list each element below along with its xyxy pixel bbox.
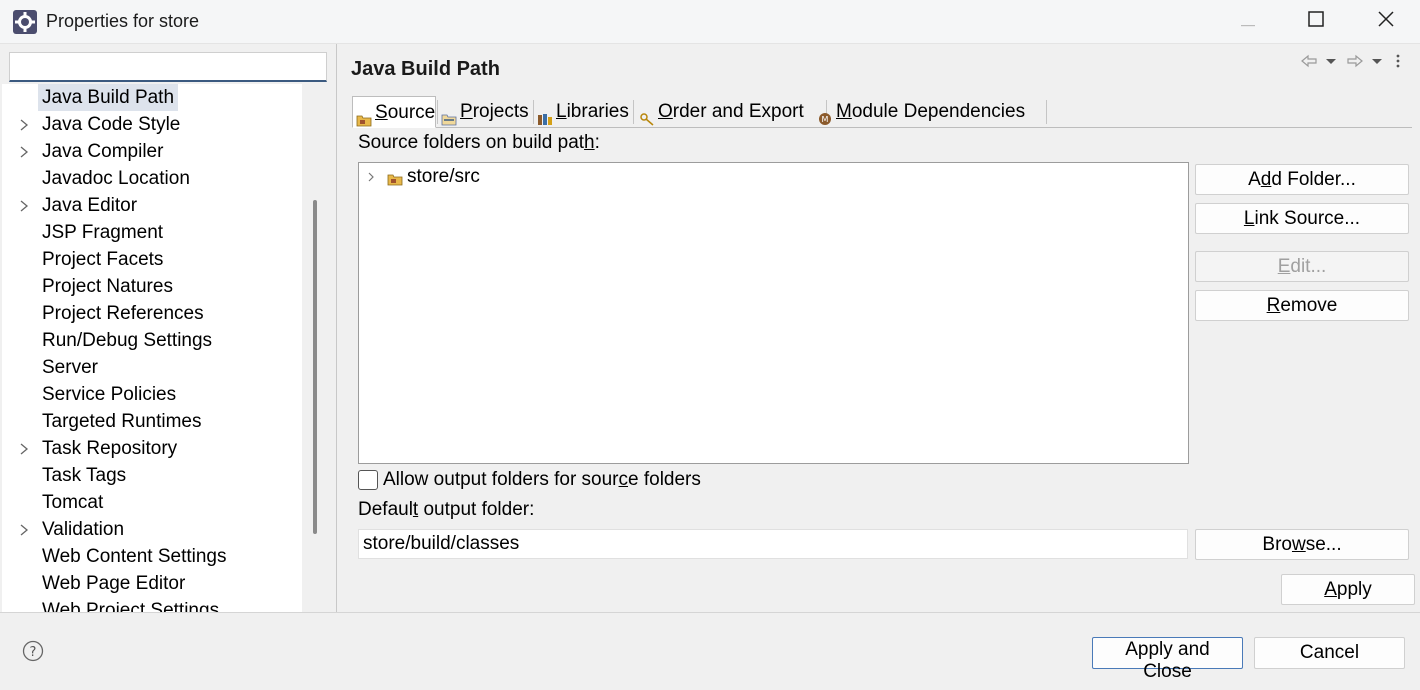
tab-bar: Source Projects Libraries Order and Expo… xyxy=(352,96,1412,128)
sidebar-item-label: Server xyxy=(42,357,98,378)
minimize-icon xyxy=(1241,11,1255,33)
sidebar-item[interactable]: Service Policies xyxy=(2,381,302,408)
svg-text:?: ? xyxy=(30,645,37,660)
scrollbar-thumb[interactable] xyxy=(313,200,317,534)
sidebar-item-label: Validation xyxy=(42,519,125,540)
sidebar-item[interactable]: Java Build Path xyxy=(2,84,302,111)
sidebar-item-label: Run/Debug Settings xyxy=(42,330,213,351)
browse-button[interactable]: Browse... xyxy=(1195,529,1409,560)
tab-order-export[interactable]: Order and Export xyxy=(636,96,832,128)
sidebar-item[interactable]: Java Code Style xyxy=(2,111,302,138)
help-icon[interactable]: ? xyxy=(22,640,44,662)
maximize-icon xyxy=(1308,11,1324,33)
libraries-icon xyxy=(537,105,553,125)
svg-text:M: M xyxy=(822,115,829,124)
minimize-button[interactable] xyxy=(1218,0,1278,44)
sidebar-item-label: Web Page Editor xyxy=(42,573,186,594)
source-folder-icon xyxy=(356,106,372,127)
category-scrollbar[interactable] xyxy=(303,84,327,612)
eclipse-gear-icon xyxy=(12,9,38,35)
apply-button[interactable]: Apply xyxy=(1281,574,1415,605)
order-export-icon xyxy=(639,105,655,126)
page-title: Java Build Path xyxy=(351,58,500,80)
default-output-folder-input[interactable] xyxy=(358,529,1188,559)
sidebar-item-label: JSP Fragment xyxy=(42,222,164,243)
default-output-folder-label: Default output folder: xyxy=(358,499,535,520)
sidebar-item-label: Web Content Settings xyxy=(42,546,227,567)
sidebar-item-label: Web Project Settings xyxy=(42,600,220,612)
remove-button[interactable]: Remove xyxy=(1195,290,1409,321)
add-folder-button[interactable]: Add Folder... xyxy=(1195,164,1409,195)
sidebar-item-label: Task Repository xyxy=(42,438,178,459)
sidebar-item[interactable]: Web Page Editor xyxy=(2,570,302,597)
filter-input[interactable] xyxy=(9,52,327,82)
source-folders-tree[interactable]: store/src xyxy=(358,162,1189,464)
back-arrow-icon[interactable] xyxy=(1300,52,1318,76)
chevron-right-icon[interactable] xyxy=(16,192,32,219)
sidebar-item[interactable]: JSP Fragment xyxy=(2,219,302,246)
sidebar-item[interactable]: Task Repository xyxy=(2,435,302,462)
sidebar-item[interactable]: Web Content Settings xyxy=(2,543,302,570)
chevron-right-icon[interactable] xyxy=(16,435,32,462)
sidebar-item[interactable]: Validation xyxy=(2,516,302,543)
page-navigation xyxy=(1300,52,1412,76)
sidebar-item[interactable]: Project Natures xyxy=(2,273,302,300)
projects-icon xyxy=(441,105,457,126)
allow-output-folders-checkbox[interactable] xyxy=(358,470,378,490)
module-icon: M xyxy=(817,105,833,125)
chevron-right-icon[interactable] xyxy=(16,516,32,543)
category-tree: Java Build Path Java Code Style Java Compi… xyxy=(2,84,302,612)
tab-source[interactable]: Source xyxy=(352,96,436,128)
edit-button[interactable]: Edit... xyxy=(1195,251,1409,282)
tab-module-dependencies[interactable]: M Module Dependencies xyxy=(814,96,1046,128)
close-icon xyxy=(1378,11,1394,33)
sidebar-item[interactable]: Java Editor xyxy=(2,192,302,219)
allow-output-folders-label: Allow output folders for source folders xyxy=(383,469,701,490)
window-title: Properties for store xyxy=(46,11,200,31)
dropdown-icon[interactable] xyxy=(1370,52,1384,76)
sidebar-item[interactable]: Project References xyxy=(2,300,302,327)
forward-arrow-icon[interactable] xyxy=(1346,52,1364,76)
sidebar-item-label: Java Build Path xyxy=(38,84,179,111)
cancel-button[interactable]: Cancel xyxy=(1254,637,1405,669)
sidebar-item[interactable]: Server xyxy=(2,354,302,381)
sidebar-item[interactable]: Run/Debug Settings xyxy=(2,327,302,354)
sidebar-item-label: Project Facets xyxy=(42,249,164,270)
sidebar-item-label: Java Editor xyxy=(42,195,138,216)
title-bar: Properties for store xyxy=(0,0,1420,44)
tab-libraries[interactable]: Libraries xyxy=(534,96,634,128)
sidebar-item-label: Java Compiler xyxy=(42,141,164,162)
sidebar-item-label: Project Natures xyxy=(42,276,173,297)
chevron-right-icon[interactable] xyxy=(365,165,379,196)
sidebar-item-label: Task Tags xyxy=(42,465,127,486)
sidebar-item-label: Project References xyxy=(42,303,204,324)
view-menu-icon[interactable] xyxy=(1394,52,1402,76)
link-source-button[interactable]: Link Source... xyxy=(1195,203,1409,234)
tab-projects[interactable]: Projects xyxy=(438,96,534,128)
sidebar-item[interactable]: Java Compiler xyxy=(2,138,302,165)
sidebar-item-label: Targeted Runtimes xyxy=(42,411,202,432)
package-folder-icon xyxy=(387,169,403,193)
category-pane: Java Build Path Java Code Style Java Compi… xyxy=(0,44,337,612)
sidebar-item[interactable]: Tomcat xyxy=(2,489,302,516)
source-folder-path: store/src xyxy=(407,166,480,187)
sidebar-item[interactable]: Javadoc Location xyxy=(2,165,302,192)
close-button[interactable] xyxy=(1356,0,1416,44)
sidebar-item-label: Javadoc Location xyxy=(42,168,190,189)
property-page: Java Build Path Source Projects Librarie… xyxy=(338,44,1420,612)
dropdown-icon[interactable] xyxy=(1324,52,1338,76)
sidebar-item-label: Java Code Style xyxy=(42,114,181,135)
sidebar-item[interactable]: Targeted Runtimes xyxy=(2,408,302,435)
chevron-right-icon[interactable] xyxy=(16,111,32,138)
sidebar-item[interactable]: Task Tags xyxy=(2,462,302,489)
chevron-right-icon[interactable] xyxy=(16,138,32,165)
maximize-button[interactable] xyxy=(1286,0,1346,44)
dialog-button-bar: ? Apply and Close Cancel xyxy=(0,612,1420,690)
sidebar-item[interactable]: Project Facets xyxy=(2,246,302,273)
sidebar-item[interactable]: Web Project Settings xyxy=(2,597,302,612)
sidebar-item-label: Service Policies xyxy=(42,384,177,405)
sidebar-item-label: Tomcat xyxy=(42,492,104,513)
source-folders-label: Source folders on build path: xyxy=(358,132,600,153)
apply-and-close-button[interactable]: Apply and Close xyxy=(1092,637,1243,682)
